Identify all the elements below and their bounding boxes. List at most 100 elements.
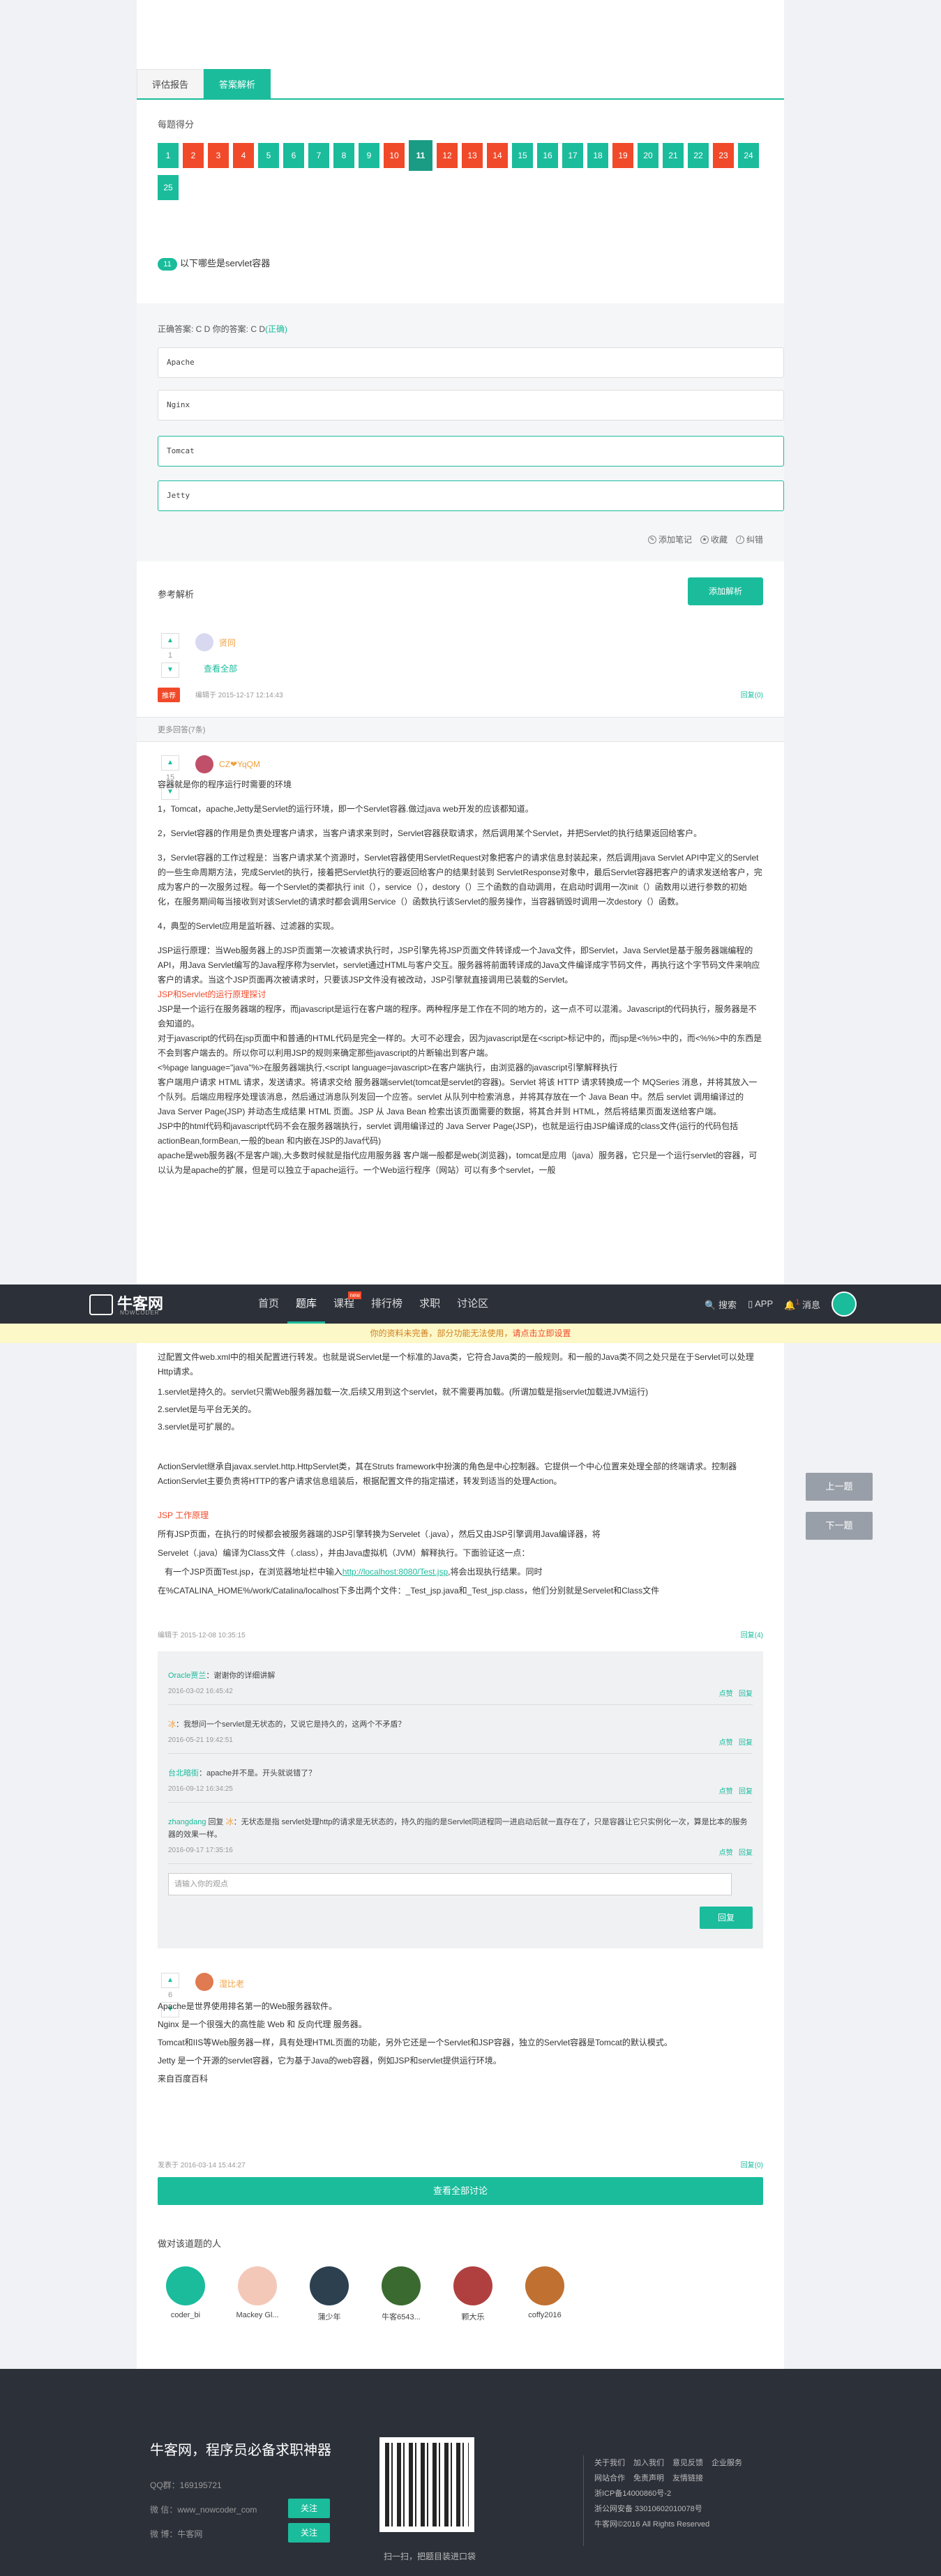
- footer-link[interactable]: 友情链接: [672, 2471, 703, 2486]
- score-cell[interactable]: 11: [409, 140, 432, 171]
- upvote-button[interactable]: ▲: [161, 1973, 179, 1988]
- score-cell[interactable]: 15: [512, 143, 533, 168]
- user-name[interactable]: 湿比老: [219, 1978, 244, 1990]
- score-cell[interactable]: 5: [258, 143, 279, 168]
- nav-questions[interactable]: 题库: [287, 1285, 326, 1324]
- comment-input[interactable]: 请输入你的观点: [168, 1873, 732, 1895]
- score-cell[interactable]: 3: [208, 143, 229, 168]
- avatar: [525, 2266, 564, 2305]
- notice-link[interactable]: 请点击立即设置: [513, 1328, 571, 1338]
- footer-link[interactable]: 企业服务: [712, 2455, 742, 2471]
- downvote-button[interactable]: ▼: [161, 662, 179, 678]
- follow-weibo-button[interactable]: 关注: [288, 2523, 330, 2543]
- footer-link[interactable]: 加入我们: [633, 2455, 664, 2471]
- upvote-button[interactable]: ▲: [161, 633, 179, 649]
- comment-send-button[interactable]: 回复: [700, 1907, 753, 1929]
- nav-home[interactable]: 首页: [250, 1285, 287, 1324]
- avatar[interactable]: [195, 633, 213, 651]
- score-cell[interactable]: 17: [562, 143, 583, 168]
- footer-link[interactable]: 关于我们: [594, 2455, 625, 2471]
- avatar[interactable]: [195, 1973, 213, 1991]
- comment-author[interactable]: 台北暗街: [168, 1769, 199, 1778]
- score-cell[interactable]: 4: [233, 143, 254, 168]
- nav-forum[interactable]: 讨论区: [449, 1285, 497, 1324]
- person-item[interactable]: coffy2016: [517, 2266, 573, 2322]
- view-all-discussion-button[interactable]: 查看全部讨论: [158, 2177, 763, 2205]
- person-item[interactable]: 颗大乐: [445, 2266, 501, 2322]
- text-span: 有一个JSP页面Test.jsp，在浏览器地址栏中输入: [165, 1567, 342, 1577]
- favorite-button[interactable]: ★ 收藏: [700, 533, 728, 545]
- option-a[interactable]: Apache: [158, 347, 784, 378]
- app-button[interactable]: ▯ APP: [748, 1298, 773, 1310]
- score-cell[interactable]: 6: [283, 143, 304, 168]
- score-cell[interactable]: 19: [612, 143, 633, 168]
- footer-link[interactable]: 意见反馈: [672, 2455, 703, 2471]
- option-c[interactable]: Tomcat: [158, 436, 784, 467]
- like-button[interactable]: 点赞: [719, 1739, 733, 1747]
- comment-body: 无状态是指 servlet处理http的请求是无状态的，持久的指的是Servle…: [168, 1818, 748, 1839]
- score-cell[interactable]: 20: [638, 143, 658, 168]
- user-name[interactable]: 贤同: [219, 637, 236, 649]
- score-cell[interactable]: 10: [384, 143, 405, 168]
- like-button[interactable]: 点赞: [719, 1690, 733, 1698]
- nav-courses[interactable]: 课程 new: [325, 1285, 363, 1324]
- score-cell[interactable]: 12: [437, 143, 458, 168]
- score-cell[interactable]: 9: [359, 143, 379, 168]
- report-error-button[interactable]: ! 纠错: [735, 533, 763, 545]
- site-logo[interactable]: 牛客网 NOWCODER: [89, 1291, 201, 1317]
- score-cell[interactable]: 8: [333, 143, 354, 168]
- person-item[interactable]: coder_bi: [158, 2266, 213, 2322]
- upvote-button[interactable]: ▲: [161, 755, 179, 771]
- score-cell[interactable]: 2: [183, 143, 204, 168]
- reply-link[interactable]: 回复(4): [741, 1629, 763, 1639]
- localhost-link[interactable]: http://localhost:8080/Test.jsp: [342, 1567, 448, 1577]
- footer-link[interactable]: 网站合作: [594, 2471, 625, 2486]
- reply-link[interactable]: 回复(0): [741, 2159, 763, 2169]
- like-button[interactable]: 点赞: [719, 1788, 733, 1796]
- nav-jobs[interactable]: 求职: [411, 1285, 449, 1324]
- score-cell[interactable]: 7: [308, 143, 329, 168]
- reply-button[interactable]: 回复: [739, 1788, 753, 1796]
- follow-weixin-button[interactable]: 关注: [288, 2499, 330, 2518]
- score-cell[interactable]: 1: [158, 143, 179, 168]
- reply-button[interactable]: 回复: [739, 1739, 753, 1747]
- answer-label: 正确答案: C D 你的答案: C D: [158, 324, 266, 334]
- add-note-button[interactable]: ✎ 添加笔记: [647, 533, 692, 545]
- reply-button[interactable]: 回复: [739, 1849, 753, 1857]
- comment-author[interactable]: Oracle贾兰: [168, 1672, 206, 1680]
- score-cell[interactable]: 18: [587, 143, 608, 168]
- option-b[interactable]: Nginx: [158, 390, 784, 421]
- message-button[interactable]: 🔔1 消息: [784, 1298, 820, 1311]
- score-cell[interactable]: 21: [663, 143, 684, 168]
- add-analysis-button[interactable]: 添加解析: [688, 577, 763, 605]
- user-avatar[interactable]: [831, 1291, 857, 1317]
- comment-author[interactable]: 冰: [168, 1720, 176, 1729]
- person-item[interactable]: Mackey Gl...: [229, 2266, 285, 2322]
- reply-link[interactable]: 回复(0): [741, 689, 763, 699]
- score-cell[interactable]: 13: [462, 143, 483, 168]
- next-question-button[interactable]: 下一题: [806, 1512, 873, 1540]
- nav-ranking[interactable]: 排行榜: [363, 1285, 411, 1324]
- user-name[interactable]: CZ❤YqQM: [219, 759, 260, 769]
- score-cell[interactable]: 14: [487, 143, 508, 168]
- search-button[interactable]: 🔍 搜索: [705, 1298, 737, 1311]
- person-item[interactable]: 蒲少年: [301, 2266, 357, 2322]
- comment-actions: 点赞 回复: [719, 1688, 753, 1698]
- new-badge: new: [348, 1291, 362, 1299]
- score-cell[interactable]: 23: [713, 143, 734, 168]
- comment-author[interactable]: zhangdang: [168, 1818, 206, 1826]
- nav-courses-label: 课程: [333, 1298, 355, 1310]
- footer-link[interactable]: 免责声明: [633, 2471, 664, 2486]
- score-cell[interactable]: 24: [738, 143, 759, 168]
- avatar[interactable]: [195, 755, 213, 773]
- person-item[interactable]: 牛客6543...: [373, 2266, 429, 2322]
- option-d[interactable]: Jetty: [158, 480, 784, 511]
- prev-question-button[interactable]: 上一题: [806, 1473, 873, 1501]
- like-button[interactable]: 点赞: [719, 1849, 733, 1857]
- score-cell[interactable]: 16: [537, 143, 558, 168]
- reply-button[interactable]: 回复: [739, 1690, 753, 1698]
- score-cell[interactable]: 25: [158, 175, 179, 200]
- reply-target[interactable]: 冰: [226, 1818, 234, 1826]
- view-all-link[interactable]: 查看全部: [204, 662, 237, 674]
- score-cell[interactable]: 22: [688, 143, 709, 168]
